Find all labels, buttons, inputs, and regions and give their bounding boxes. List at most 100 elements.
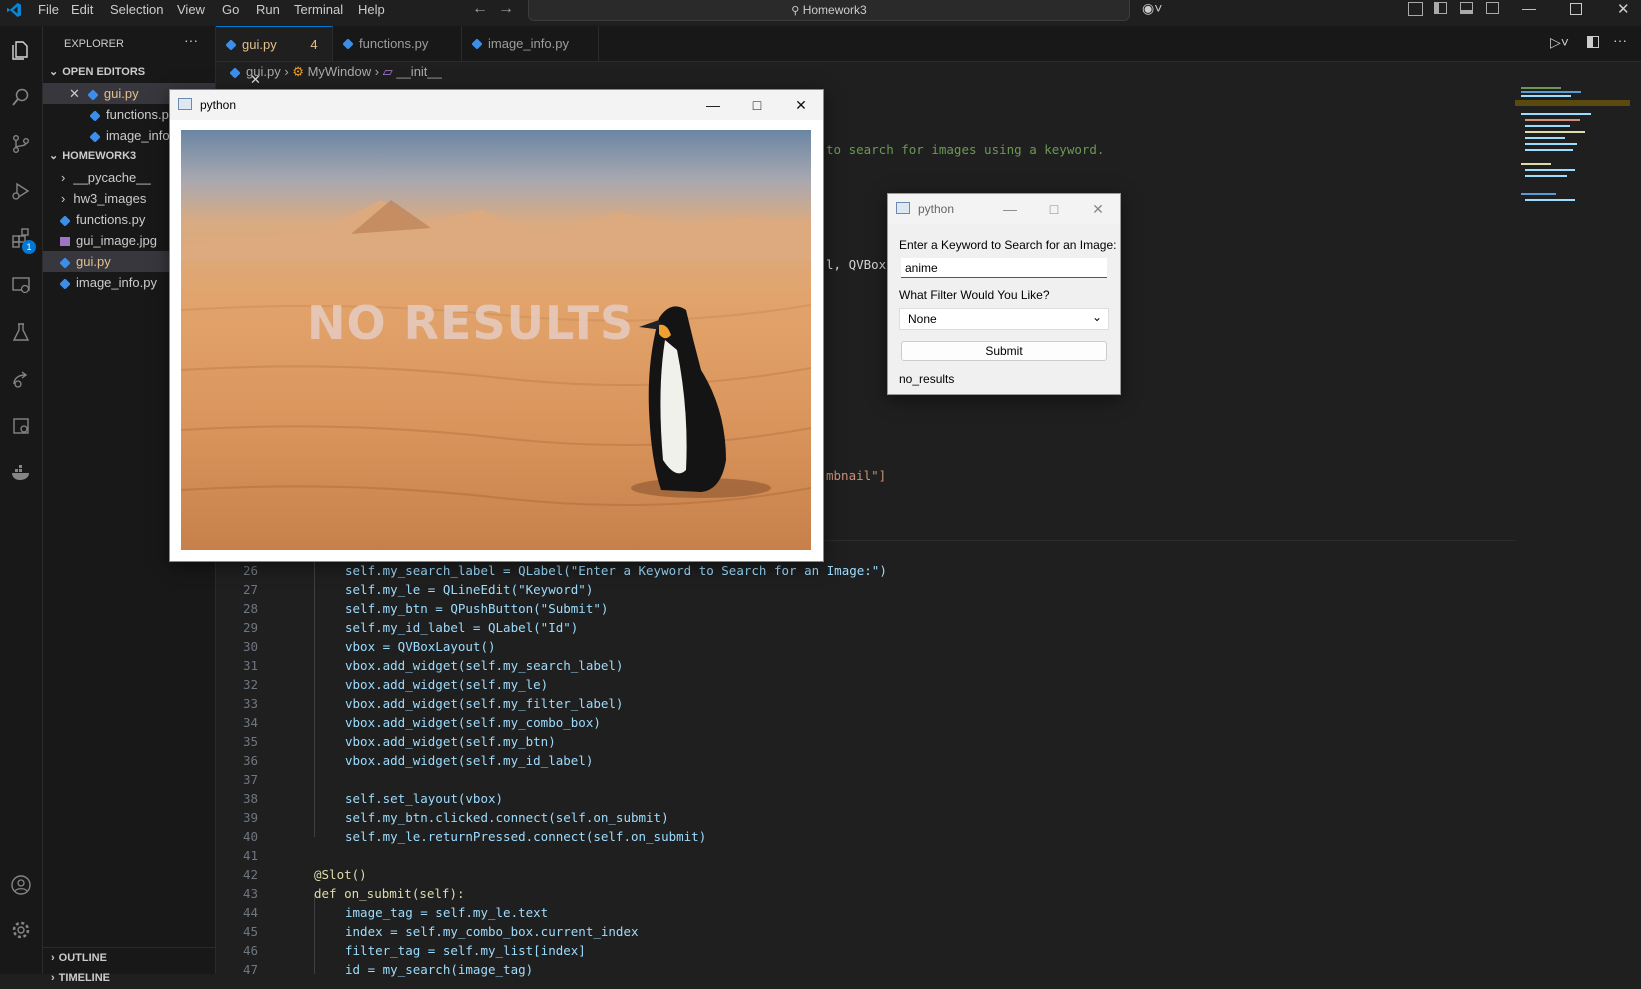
back-arrow-icon[interactable]: ← (472, 0, 488, 18)
testing-icon[interactable] (7, 318, 35, 346)
search-icon[interactable] (7, 83, 35, 111)
keyword-input[interactable] (901, 258, 1107, 278)
explorer-title: EXPLORER (64, 38, 124, 50)
line-number: 44 (242, 905, 258, 920)
menu-run[interactable]: Run (256, 2, 280, 17)
image-file-icon (60, 237, 70, 247)
code-line: self.my_btn.clicked.connect(self.on_subm… (345, 810, 669, 825)
tab-gui-py[interactable]: gui.py 4 ✕ (216, 26, 333, 87)
explorer-icon[interactable] (7, 36, 35, 64)
toggle-sidebar-icon[interactable] (1434, 2, 1447, 14)
code-line: vbox.add_widget(self.my_btn) (345, 734, 556, 749)
problems-count-badge: 4 (310, 37, 318, 52)
open-editors-header[interactable]: ⌄ OPEN EDITORS (43, 62, 215, 83)
code-line: index = self.my_combo_box.current_index (345, 924, 639, 939)
result-image: NO RESULTS (181, 130, 811, 550)
python-file-icon (89, 130, 101, 143)
close-icon[interactable]: ✕ (1617, 0, 1630, 18)
editor-more-icon[interactable]: ··· (1613, 32, 1627, 48)
python-file-icon (87, 88, 99, 101)
python-file-icon (89, 109, 101, 122)
chevron-down-icon: ⌄ (1091, 310, 1102, 324)
window-title: python (200, 98, 237, 112)
tab-functions-py[interactable]: functions.py (333, 26, 462, 61)
python-image-window: python — □ ✕ NO RESULTS (169, 89, 824, 562)
minimap[interactable] (1515, 83, 1630, 233)
maximize-icon[interactable]: □ (1032, 194, 1076, 224)
chevron-down-icon: ⌄ (49, 150, 59, 162)
code-line: self.my_search_label = QLabel("Enter a K… (345, 563, 887, 578)
line-number: 33 (242, 696, 258, 711)
line-number: 41 (242, 848, 258, 863)
class-icon: ⚙ (292, 64, 304, 79)
tab-image-info-py[interactable]: image_info.py (462, 26, 599, 61)
command-center[interactable]: ⚲ Homework3 (528, 0, 1130, 21)
breadcrumb-file[interactable]: gui.py (246, 64, 281, 79)
code-line: @Slot() (314, 867, 367, 882)
line-number: 42 (242, 867, 258, 882)
more-actions-icon[interactable]: ··· (184, 32, 198, 48)
menu-view[interactable]: View (177, 2, 205, 17)
method-icon: ▱ (382, 64, 393, 79)
command-center-label: Homework3 (802, 3, 867, 17)
window-title-bar[interactable]: python — □ ✕ (888, 194, 1120, 224)
code-line: vbox.add_widget(self.my_combo_box) (345, 715, 601, 730)
run-debug-icon[interactable] (7, 177, 35, 205)
code-line: id = my_search(image_tag) (345, 962, 534, 977)
python-file-icon (342, 38, 354, 50)
code-line: self.my_btn = QPushButton("Submit") (345, 601, 609, 616)
live-share-icon[interactable] (7, 365, 35, 393)
title-bar: File Edit Selection View Go Run Terminal… (0, 0, 1641, 21)
toggle-secondary-sidebar-icon[interactable] (1486, 2, 1499, 14)
minimize-icon[interactable]: — (988, 194, 1032, 224)
timeline-header[interactable]: › TIMELINE (43, 968, 215, 989)
close-icon[interactable]: ✕ (69, 86, 80, 101)
filter-dropdown[interactable]: None ⌄ (899, 308, 1109, 330)
python-file-icon (225, 39, 237, 51)
menu-terminal[interactable]: Terminal (294, 2, 343, 17)
line-number: 45 (242, 924, 258, 939)
menu-edit[interactable]: Edit (71, 2, 93, 17)
account-icon[interactable] (7, 871, 35, 899)
close-icon[interactable]: ✕ (779, 90, 823, 120)
line-number: 34 (242, 715, 258, 730)
settings-gear-icon[interactable] (7, 916, 35, 944)
layout-customize-icon[interactable] (1408, 2, 1423, 16)
outline-header[interactable]: › OUTLINE (43, 947, 215, 969)
line-number: 37 (242, 772, 258, 787)
line-number: 46 (242, 943, 258, 958)
editor-tab-bar: gui.py 4 ✕ functions.py image_info.py ▷˅… (216, 26, 1641, 87)
split-editor-icon[interactable] (1587, 36, 1599, 48)
submit-button[interactable]: Submit (901, 341, 1107, 361)
line-number: 29 (242, 620, 258, 635)
maximize-icon[interactable]: □ (735, 90, 779, 120)
breadcrumb-class[interactable]: MyWindow (308, 64, 372, 79)
python-file-icon (59, 277, 71, 290)
copilot-icon[interactable]: ◉˅ (1142, 0, 1162, 17)
code-line: vbox.add_widget(self.my_le) (345, 677, 549, 692)
forward-arrow-icon[interactable]: → (498, 0, 514, 18)
breadcrumb-method[interactable]: __init__ (396, 64, 442, 79)
line-number: 30 (242, 639, 258, 654)
menu-file[interactable]: File (38, 2, 59, 17)
menu-go[interactable]: Go (222, 2, 239, 17)
code-line: self.my_le = QLineEdit("Keyword") (345, 582, 594, 597)
minimize-icon[interactable]: — (1522, 0, 1536, 16)
minimize-icon[interactable]: — (691, 90, 735, 120)
docker-icon[interactable] (7, 459, 35, 487)
line-number: 31 (242, 658, 258, 673)
code-line: image_tag = self.my_le.text (345, 905, 549, 920)
containers-icon[interactable] (7, 412, 35, 440)
remote-explorer-icon[interactable] (7, 271, 35, 299)
code-line: self.my_le.returnPressed.connect(self.on… (345, 829, 707, 844)
toggle-panel-icon[interactable] (1460, 2, 1473, 14)
menu-selection[interactable]: Selection (110, 2, 163, 17)
source-control-icon[interactable] (7, 130, 35, 158)
chevron-right-icon: › (61, 170, 66, 185)
close-icon[interactable]: ✕ (1076, 194, 1120, 224)
breadcrumb: gui.py › ⚙ MyWindow › ▱ __init__ (229, 61, 442, 83)
menu-help[interactable]: Help (358, 2, 385, 17)
maximize-icon[interactable] (1570, 3, 1582, 15)
run-python-file-icon[interactable]: ▷˅ (1550, 34, 1569, 51)
window-title-bar[interactable]: python — □ ✕ (170, 90, 823, 120)
